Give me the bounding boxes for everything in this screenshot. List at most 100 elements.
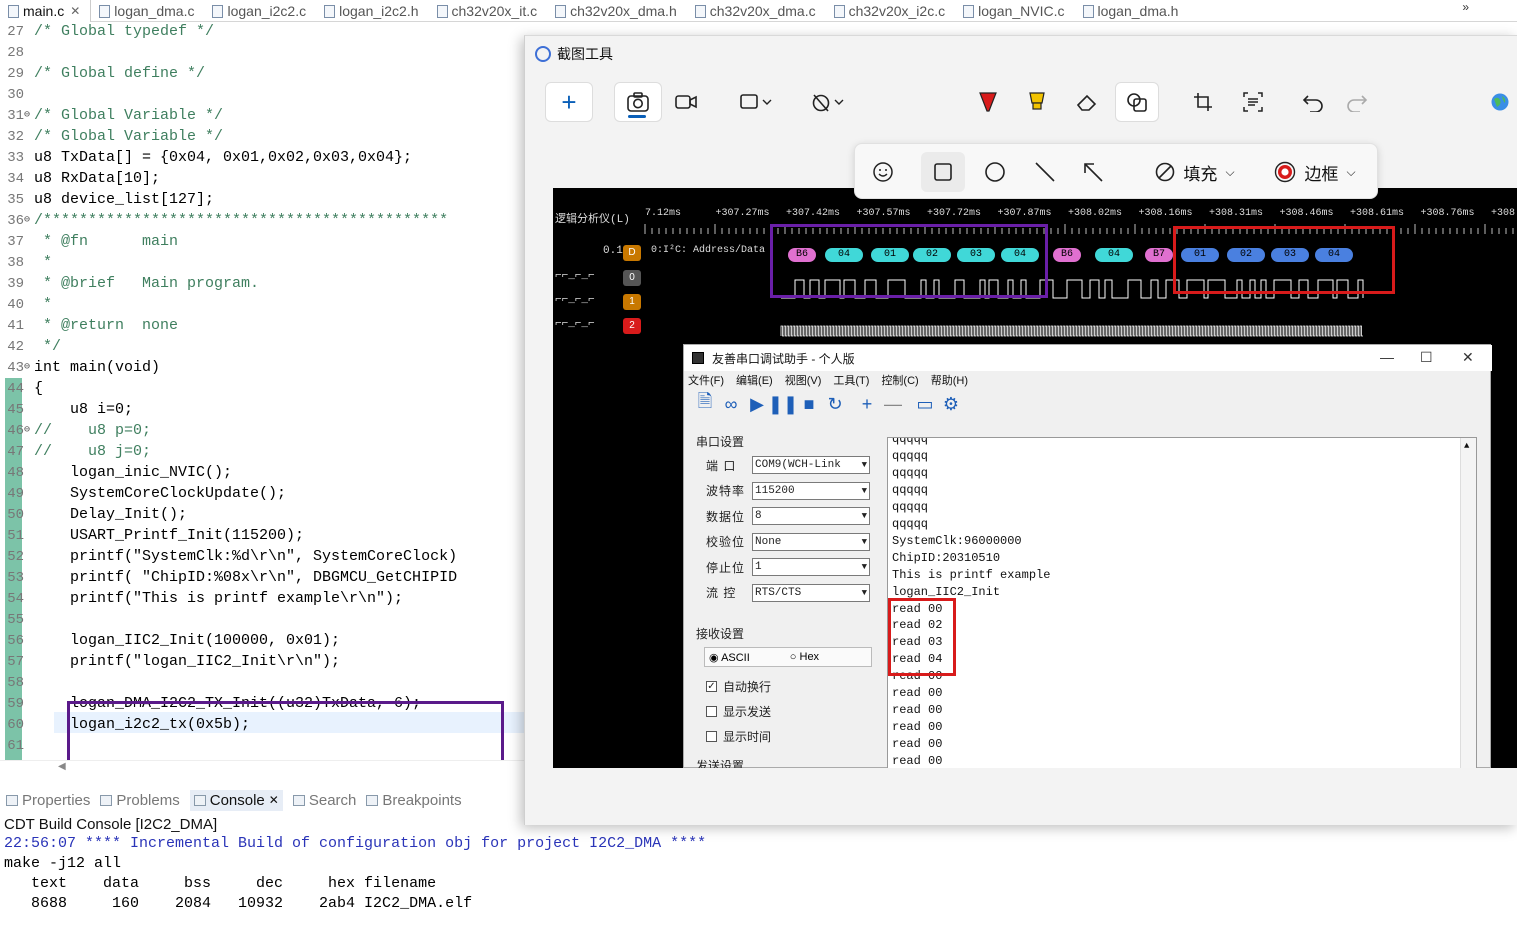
- undo-button[interactable]: [1291, 82, 1335, 122]
- serial-menu-item[interactable]: 视图(V): [785, 372, 822, 388]
- channel-badge[interactable]: 2: [623, 318, 641, 334]
- share-button[interactable]: [1483, 82, 1517, 122]
- rectangle-shape-button[interactable]: [921, 152, 965, 192]
- maximize-icon[interactable]: ☐: [1420, 349, 1433, 366]
- panel-tab[interactable]: Properties: [6, 792, 90, 809]
- port-setting-select[interactable]: 1: [752, 558, 870, 576]
- hex-radio[interactable]: ○ Hex: [790, 651, 819, 663]
- editor-tab[interactable]: logan_dma.c: [91, 0, 204, 22]
- new-file-icon[interactable]: 🗎: [694, 391, 716, 415]
- editor-tab[interactable]: ch32v20x_i2c.c: [826, 0, 956, 22]
- ascii-radio[interactable]: ◉ ASCII: [709, 651, 750, 664]
- panel-tab[interactable]: Console ✕: [189, 789, 283, 811]
- video-mode-button[interactable]: [662, 82, 710, 122]
- play-icon[interactable]: ▶: [746, 393, 768, 415]
- text-actions-button[interactable]: [1231, 82, 1275, 122]
- line-shape-button[interactable]: [1023, 152, 1067, 192]
- port-setting-select[interactable]: 115200: [752, 481, 870, 500]
- editor-tab[interactable]: main.c ✕: [0, 0, 92, 22]
- close-icon[interactable]: ✕: [1462, 349, 1474, 366]
- port-setting-select[interactable]: 8: [752, 507, 870, 525]
- show-send-checkbox[interactable]: 显示发送: [706, 702, 771, 720]
- fold-toggle-icon[interactable]: ⊖: [24, 357, 34, 378]
- serial-menu-item[interactable]: 控制(C): [881, 372, 918, 388]
- snip-toolbar: +: [525, 74, 1517, 130]
- screenshot-mode-button[interactable]: [614, 82, 662, 122]
- serial-receive-area[interactable]: qqqqq qqqqq qqqqq qqqqq qqqqq qqqqq SystemClk:…: [887, 437, 1477, 768]
- stop-icon[interactable]: ■: [798, 393, 820, 415]
- editor-horizontal-scrollbar[interactable]: ◀: [0, 760, 524, 776]
- panel-tab-icon: [292, 794, 305, 806]
- border-dropdown[interactable]: 边框 ⌵: [1265, 152, 1365, 192]
- arrow-shape-button[interactable]: [1071, 152, 1115, 192]
- close-tab-icon[interactable]: ✕: [70, 4, 80, 18]
- editor-tab[interactable]: logan_NVIC.c: [955, 0, 1074, 22]
- editor-tab[interactable]: logan_i2c2.c: [204, 0, 316, 22]
- code-line: 49 SystemCoreClockUpdate();: [0, 483, 524, 504]
- code-line: 40 *: [0, 294, 524, 315]
- line-number: 27: [7, 24, 24, 40]
- minus-icon[interactable]: —: [882, 393, 904, 415]
- serial-menu-item[interactable]: 工具(T): [833, 372, 869, 388]
- ballpoint-pen-button[interactable]: [966, 82, 1010, 122]
- panel-tab[interactable]: Breakpoints: [366, 792, 462, 809]
- editor-tab[interactable]: ch32v20x_dma.c: [687, 0, 826, 22]
- snipping-tool-window: 截图工具 + 逻辑分析仪(L) 7.12ms +307.27ms +307.42…: [524, 35, 1517, 825]
- timer-off-icon: [812, 94, 844, 112]
- pause-icon[interactable]: ❚❚: [768, 393, 798, 415]
- serial-menu-item[interactable]: 帮助(H): [931, 372, 968, 388]
- editor-tab[interactable]: logan_i2c2.h: [316, 0, 428, 22]
- checkbox: [706, 730, 717, 742]
- refresh-icon[interactable]: ↻: [824, 393, 846, 415]
- editor-tab[interactable]: logan_dma.h: [1075, 0, 1189, 22]
- receive-line: qqqqq: [892, 437, 929, 446]
- delay-timer-dropdown[interactable]: [805, 82, 853, 122]
- highlighter-button[interactable]: [1015, 82, 1059, 122]
- port-setting-select[interactable]: None: [752, 532, 870, 551]
- code-editor[interactable]: 27 /* Global typedef */ 28 29 /* Global defi…: [0, 22, 524, 760]
- loop-icon[interactable]: ∞: [720, 393, 742, 415]
- snip-shape-dropdown[interactable]: [733, 82, 781, 122]
- new-snip-button[interactable]: +: [545, 82, 593, 122]
- line-number: 29: [7, 66, 24, 82]
- close-panel-icon[interactable]: ✕: [269, 793, 279, 807]
- editor-tab[interactable]: ch32v20x_it.c: [429, 0, 548, 22]
- line-number: 45: [7, 402, 24, 418]
- port-setting-select[interactable]: COM9(WCH-Link: [752, 456, 870, 474]
- settings-gear-icon[interactable]: ⚙: [940, 393, 962, 415]
- channel-badge[interactable]: 0: [623, 270, 641, 286]
- ellipse-shape-button[interactable]: [973, 152, 1017, 192]
- panel-tab[interactable]: Problems: [100, 792, 180, 809]
- editor-tab[interactable]: ch32v20x_dma.h: [547, 0, 687, 22]
- eraser-icon: [1076, 94, 1097, 111]
- serial-menu-item[interactable]: 文件(F): [688, 372, 724, 388]
- fold-toggle-icon[interactable]: ⊖: [24, 420, 34, 441]
- channel-badge[interactable]: 1: [623, 294, 641, 310]
- eraser-button[interactable]: [1065, 82, 1109, 122]
- fold-toggle-icon[interactable]: ⊖: [24, 210, 34, 231]
- decoder-label: 0:I²C: Address/Data: [651, 245, 766, 256]
- serial-menu-item[interactable]: 编辑(E): [736, 372, 773, 388]
- code-line: 43⊖ int main(void): [0, 357, 524, 378]
- captured-screenshot[interactable]: 逻辑分析仪(L) 7.12ms +307.27ms +307.42ms +307.57…: [553, 188, 1517, 768]
- scroll-left-icon[interactable]: ◀: [58, 761, 66, 772]
- crop-button[interactable]: [1181, 82, 1225, 122]
- panel-tab[interactable]: Search: [292, 792, 356, 809]
- port-setting-select[interactable]: RTS/CTS: [752, 583, 870, 602]
- auto-wrap-checkbox[interactable]: ✓ 自动换行: [706, 677, 771, 695]
- tab-overflow-button[interactable]: »: [1462, 0, 1469, 14]
- receive-vertical-scrollbar[interactable]: ▲: [1460, 438, 1476, 768]
- shapes-button[interactable]: [1115, 82, 1159, 122]
- minimize-icon[interactable]: —: [1380, 349, 1394, 365]
- show-time-checkbox[interactable]: 显示时间: [706, 727, 771, 745]
- channel-wave-icon: ⌐⌐_⌐_⌐: [555, 318, 595, 330]
- redo-button[interactable]: [1335, 82, 1379, 122]
- line-icon: [1035, 162, 1055, 182]
- code-text: SystemCoreClockUpdate();: [34, 485, 287, 502]
- fill-dropdown[interactable]: 填充 ⌵: [1145, 152, 1245, 192]
- add-icon[interactable]: +: [856, 393, 878, 415]
- emoji-button[interactable]: [865, 152, 901, 192]
- scroll-up-icon[interactable]: ▲: [1464, 441, 1469, 451]
- window-icon[interactable]: ▭: [914, 393, 936, 415]
- fold-toggle-icon[interactable]: ⊖: [24, 105, 34, 126]
